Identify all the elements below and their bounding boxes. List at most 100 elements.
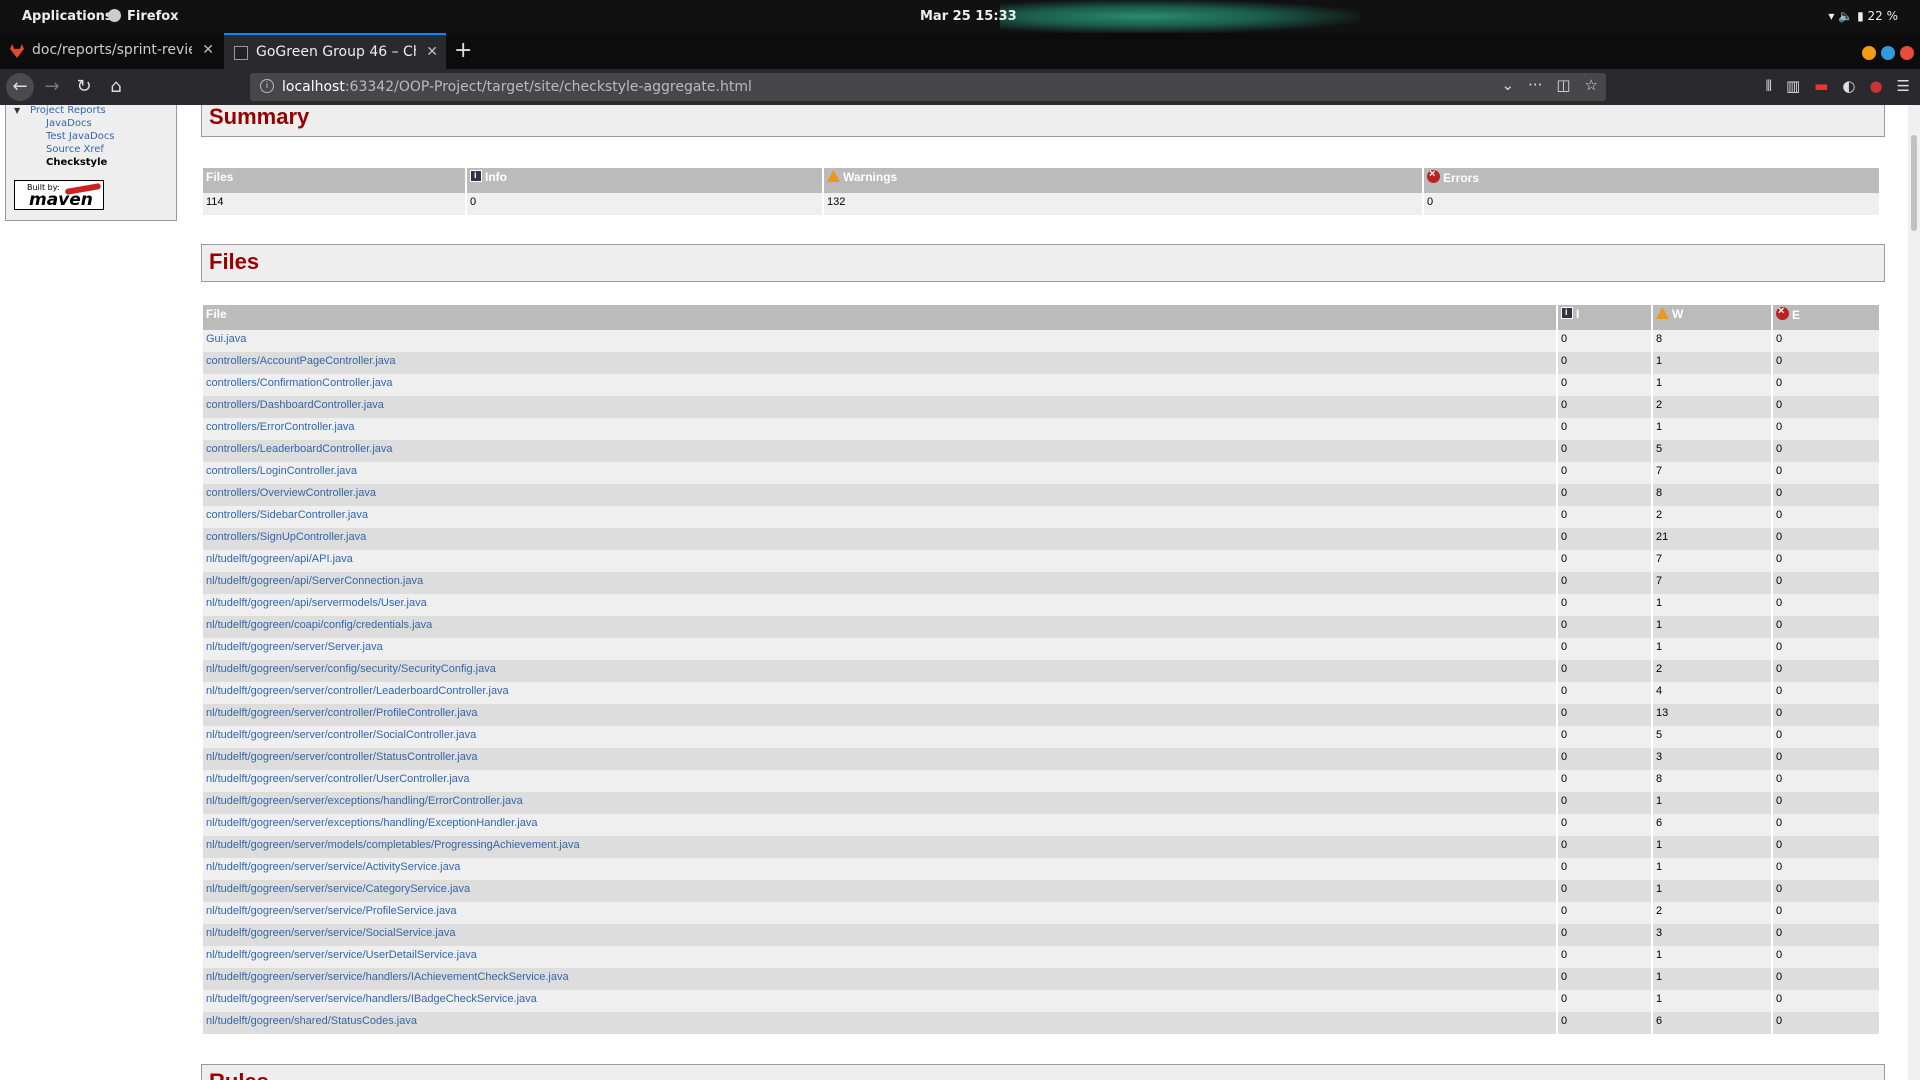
count-w-cell: 8 bbox=[1653, 330, 1771, 352]
file-link[interactable]: nl/tudelft/gogreen/api/ServerConnection.… bbox=[206, 575, 423, 587]
sidebar-icon[interactable]: ▥ bbox=[1786, 77, 1800, 95]
file-link[interactable]: nl/tudelft/gogreen/shared/StatusCodes.ja… bbox=[206, 1015, 417, 1027]
count-e-cell: 0 bbox=[1773, 594, 1879, 616]
forward-button[interactable]: → bbox=[38, 73, 66, 101]
file-link[interactable]: nl/tudelft/gogreen/server/exceptions/han… bbox=[206, 817, 537, 829]
maven-logo[interactable]: Built by: maven bbox=[14, 180, 104, 210]
count-e-cell: 0 bbox=[1773, 990, 1879, 1012]
reload-button[interactable]: ↻ bbox=[70, 73, 98, 101]
new-tab-button[interactable]: + bbox=[454, 38, 472, 63]
file-link[interactable]: controllers/AccountPageController.java bbox=[206, 355, 396, 367]
close-window-button[interactable] bbox=[1900, 46, 1914, 60]
file-link[interactable]: nl/tudelft/gogreen/server/service/handle… bbox=[206, 971, 569, 983]
file-link[interactable]: nl/tudelft/gogreen/coapi/config/credenti… bbox=[206, 619, 432, 631]
extension-icon[interactable]: ◐ bbox=[1842, 77, 1855, 95]
url-text[interactable]: localhost:63342/OOP-Project/target/site/… bbox=[282, 79, 752, 95]
system-status-area[interactable]: ▾ 🔈 ▮ 22 % bbox=[1828, 9, 1898, 23]
clock[interactable]: Mar 25 15:33 bbox=[920, 9, 1017, 24]
file-link[interactable]: controllers/ConfirmationController.java bbox=[206, 377, 392, 389]
file-link[interactable]: nl/tudelft/gogreen/api/API.java bbox=[206, 553, 353, 565]
scrollbar-thumb[interactable] bbox=[1911, 135, 1917, 231]
count-w-cell: 1 bbox=[1653, 594, 1771, 616]
nav-javadocs[interactable]: JavaDocs bbox=[46, 118, 92, 129]
url-actions: ⌄ ··· ◫ ☆ bbox=[1487, 76, 1598, 94]
file-link[interactable]: nl/tudelft/gogreen/server/exceptions/han… bbox=[206, 795, 523, 807]
page-scrollbar[interactable] bbox=[1908, 105, 1920, 1080]
file-link[interactable]: controllers/OverviewController.java bbox=[206, 487, 376, 499]
count-w-cell: 5 bbox=[1653, 726, 1771, 748]
error-icon bbox=[1427, 168, 1440, 183]
file-link[interactable]: nl/tudelft/gogreen/server/controller/Use… bbox=[206, 773, 470, 785]
files-table-body: Gui.java 0 8 0 controllers/AccountPageContro… bbox=[203, 330, 1879, 1034]
tab-sprint-review[interactable]: doc/reports/sprint-review ✕ bbox=[0, 33, 222, 69]
summary-table: Files Info Warnings Errors 114 0 132 0 bbox=[201, 168, 1881, 215]
file-cell: nl/tudelft/gogreen/api/servermodels/User… bbox=[203, 594, 1556, 616]
file-link[interactable]: nl/tudelft/gogreen/server/service/Activi… bbox=[206, 861, 460, 873]
table-row: nl/tudelft/gogreen/server/service/UserDe… bbox=[203, 946, 1879, 968]
count-i-cell: 0 bbox=[1558, 550, 1651, 572]
file-link[interactable]: controllers/LeaderboardController.java bbox=[206, 443, 393, 455]
table-row: nl/tudelft/gogreen/server/controller/Sta… bbox=[203, 748, 1879, 770]
count-e-cell: 0 bbox=[1773, 418, 1879, 440]
more-actions-icon[interactable]: ··· bbox=[1528, 76, 1542, 94]
file-link[interactable]: nl/tudelft/gogreen/server/config/securit… bbox=[206, 663, 496, 675]
close-icon[interactable]: ✕ bbox=[202, 42, 214, 58]
file-link[interactable]: nl/tudelft/gogreen/server/service/Social… bbox=[206, 927, 455, 939]
hamburger-menu-icon[interactable]: ☰ bbox=[1897, 77, 1910, 95]
count-i-cell: 0 bbox=[1558, 374, 1651, 396]
file-link[interactable]: controllers/DashboardController.java bbox=[206, 399, 384, 411]
file-link[interactable]: controllers/SignUpController.java bbox=[206, 531, 366, 543]
file-link[interactable]: nl/tudelft/gogreen/server/controller/Soc… bbox=[206, 729, 476, 741]
summary-header-errors: Errors bbox=[1424, 168, 1879, 193]
file-cell: nl/tudelft/gogreen/server/service/UserDe… bbox=[203, 946, 1556, 968]
nav-source-xref[interactable]: Source Xref bbox=[46, 144, 104, 155]
count-i-cell: 0 bbox=[1558, 330, 1651, 352]
count-i-cell: 0 bbox=[1558, 1012, 1651, 1034]
ublock-icon[interactable]: ● bbox=[1869, 77, 1882, 95]
count-w-cell: 1 bbox=[1653, 616, 1771, 638]
count-w-cell: 2 bbox=[1653, 902, 1771, 924]
file-link[interactable]: nl/tudelft/gogreen/server/service/Profil… bbox=[206, 905, 457, 917]
site-info-icon[interactable]: i bbox=[260, 79, 274, 93]
volume-icon: 🔈 bbox=[1838, 9, 1854, 23]
file-link[interactable]: controllers/SidebarController.java bbox=[206, 509, 368, 521]
count-e-cell: 0 bbox=[1773, 572, 1879, 594]
file-link[interactable]: controllers/ErrorController.java bbox=[206, 421, 355, 433]
file-link[interactable]: nl/tudelft/gogreen/server/controller/Lea… bbox=[206, 685, 509, 697]
file-cell: nl/tudelft/gogreen/server/exceptions/han… bbox=[203, 814, 1556, 836]
chevron-down-icon[interactable]: ⌄ bbox=[1501, 76, 1514, 94]
count-w-cell: 1 bbox=[1653, 880, 1771, 902]
url-bar[interactable]: i localhost:63342/OOP-Project/target/sit… bbox=[250, 73, 1606, 101]
file-link[interactable]: Gui.java bbox=[206, 333, 246, 345]
minimize-button[interactable] bbox=[1862, 46, 1876, 60]
library-icon[interactable]: ⫴ bbox=[1766, 77, 1772, 95]
bookmark-star-icon[interactable]: ☆ bbox=[1585, 76, 1598, 94]
file-link[interactable]: nl/tudelft/gogreen/server/Server.java bbox=[206, 641, 383, 653]
file-link[interactable]: controllers/LoginController.java bbox=[206, 465, 357, 477]
table-row: controllers/ErrorController.java 0 1 0 bbox=[203, 418, 1879, 440]
rules-heading: Rules bbox=[209, 1069, 269, 1080]
tab-checkstyle[interactable]: GoGreen Group 46 – Checkstyle ✕ bbox=[224, 33, 446, 69]
file-link[interactable]: nl/tudelft/gogreen/server/service/handle… bbox=[206, 993, 537, 1005]
file-link[interactable]: nl/tudelft/gogreen/server/service/UserDe… bbox=[206, 949, 477, 961]
extension-icon[interactable]: ▬ bbox=[1814, 77, 1828, 95]
nav-test-javadocs[interactable]: Test JavaDocs bbox=[46, 131, 115, 142]
count-w-cell: 6 bbox=[1653, 1012, 1771, 1034]
active-app-menu[interactable]: Firefox bbox=[108, 9, 179, 24]
back-button[interactable]: ← bbox=[6, 73, 34, 101]
count-w-cell: 1 bbox=[1653, 836, 1771, 858]
count-i-cell: 0 bbox=[1558, 770, 1651, 792]
file-link[interactable]: nl/tudelft/gogreen/api/servermodels/User… bbox=[206, 597, 427, 609]
applications-menu[interactable]: Applications bbox=[22, 9, 113, 24]
count-i-cell: 0 bbox=[1558, 968, 1651, 990]
files-header-i: I bbox=[1558, 305, 1651, 330]
file-link[interactable]: nl/tudelft/gogreen/server/service/Catego… bbox=[206, 883, 470, 895]
file-link[interactable]: nl/tudelft/gogreen/server/controller/Pro… bbox=[206, 707, 477, 719]
home-button[interactable]: ⌂ bbox=[102, 73, 130, 101]
nav-project-reports[interactable]: Project Reports bbox=[30, 105, 106, 116]
file-link[interactable]: nl/tudelft/gogreen/server/controller/Sta… bbox=[206, 751, 477, 763]
maximize-button[interactable] bbox=[1881, 46, 1895, 60]
pocket-icon[interactable]: ◫ bbox=[1556, 76, 1570, 94]
file-link[interactable]: nl/tudelft/gogreen/server/models/complet… bbox=[206, 839, 580, 851]
close-icon[interactable]: ✕ bbox=[426, 44, 438, 60]
